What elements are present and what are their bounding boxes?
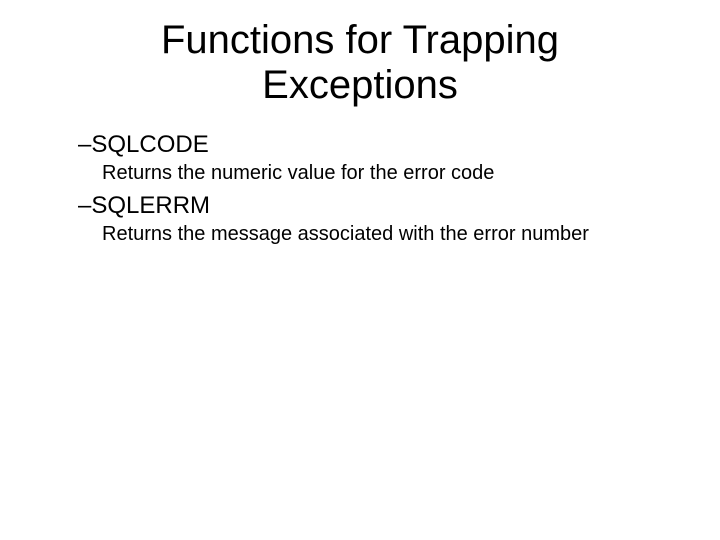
dash-icon: – [78, 191, 91, 221]
slide-title: Functions for Trapping Exceptions [0, 18, 720, 108]
list-item: –SQLERRM [78, 191, 638, 221]
slide: Functions for Trapping Exceptions –SQLCO… [0, 0, 720, 540]
item-description: Returns the message associated with the … [102, 223, 638, 246]
item-description: Returns the numeric value for the error … [102, 162, 638, 185]
term-label: SQLCODE [91, 131, 208, 158]
slide-body: –SQLCODE Returns the numeric value for t… [78, 128, 638, 252]
dash-icon: – [78, 130, 91, 160]
list-item: –SQLCODE [78, 130, 638, 160]
title-line-2: Exceptions [262, 63, 458, 107]
term-label: SQLERRM [91, 192, 210, 219]
title-line-1: Functions for Trapping [161, 18, 559, 62]
